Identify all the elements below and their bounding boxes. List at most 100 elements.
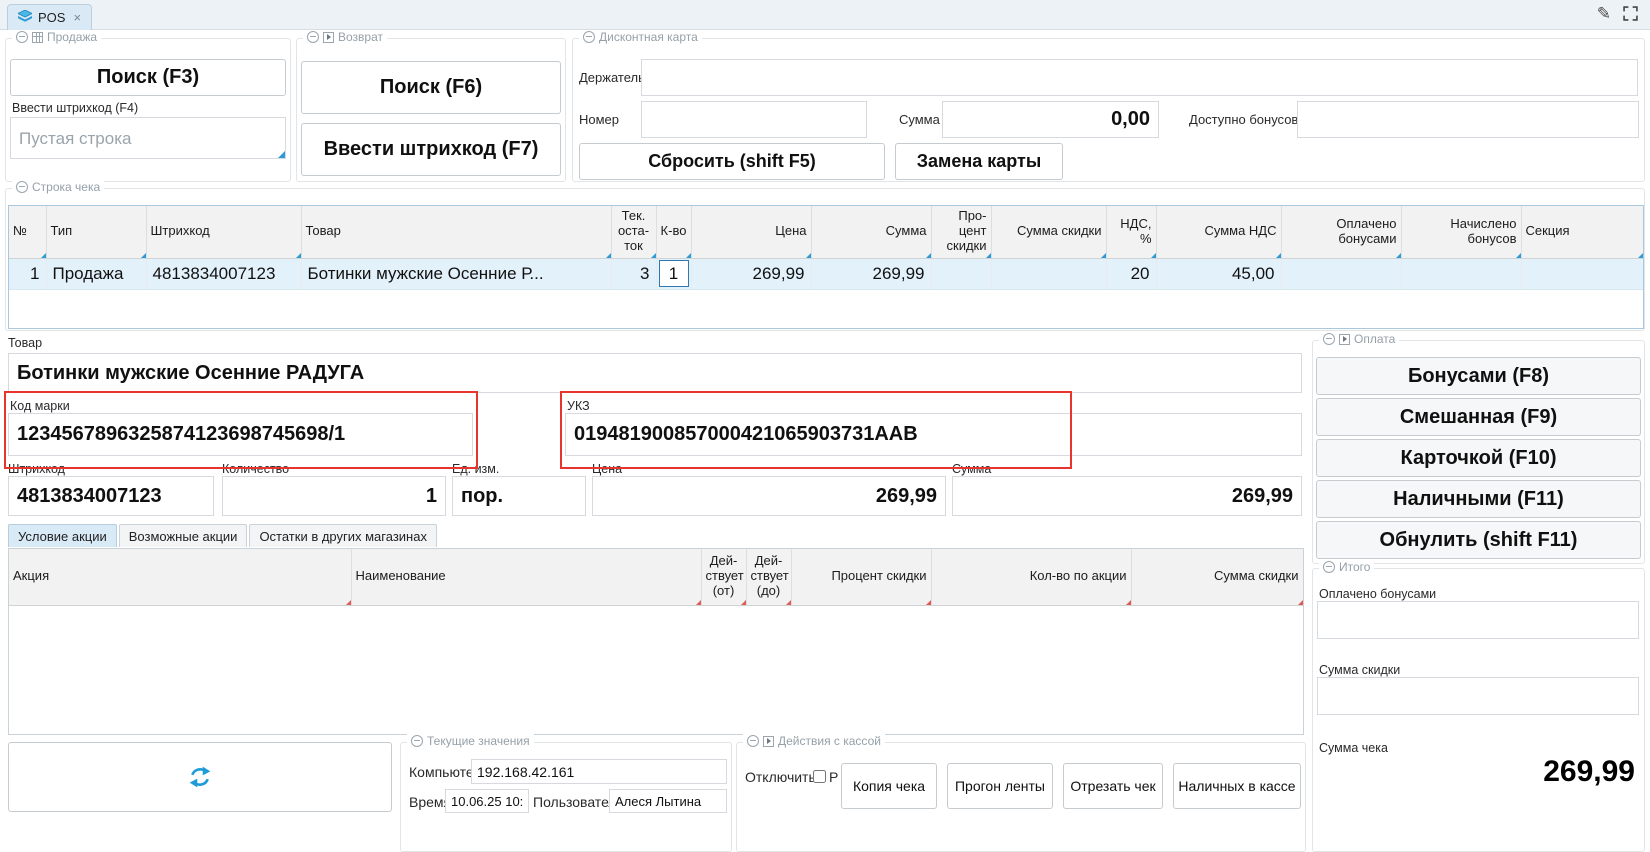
receipt-row[interactable]: 1 Продажа 4813834007123 Ботинки мужские … — [9, 258, 1643, 289]
tab-promo-other-stores[interactable]: Остатки в других магазинах — [249, 524, 437, 547]
holder-input[interactable] — [641, 59, 1638, 96]
return-search-button[interactable]: Поиск (F6) — [301, 61, 561, 114]
product-unit-input[interactable] — [452, 476, 586, 516]
sale-panel-title: Продажа — [47, 30, 97, 44]
tab-promo-possible[interactable]: Возможные акции — [119, 524, 248, 547]
cell-discount-sum — [991, 258, 1106, 289]
column-header-barcode[interactable]: Штрихкод — [146, 206, 301, 258]
feed-paper-button[interactable]: Прогон ленты — [947, 763, 1053, 809]
column-header-section[interactable]: Секция — [1521, 206, 1643, 258]
card-bonus-input[interactable] — [1297, 101, 1639, 138]
receipt-total-value: 269,99 — [1317, 755, 1635, 789]
payment-panel-header: Оплата — [1319, 332, 1399, 346]
column-header-product[interactable]: Товар — [301, 206, 611, 258]
column-header-valid-from[interactable]: Дей-ствует (от) — [701, 549, 746, 605]
cash-actions-panel: Действия с кассой Отключить Р Копия чека… — [736, 742, 1306, 852]
promo-tabstrip: Условие акции Возможные акции Остатки в … — [8, 524, 437, 547]
tab-promo-conditions[interactable]: Условие акции — [8, 524, 117, 547]
product-price-input[interactable] — [592, 476, 946, 516]
discount-card-panel: Дисконтная карта Держатель Номер Сумма Д… — [572, 38, 1645, 182]
cut-receipt-button[interactable]: Отрезать чек — [1063, 763, 1163, 809]
holder-label: Держатель — [579, 70, 645, 85]
disconnect-label-suffix: Р — [829, 769, 838, 785]
sort-icon — [1151, 253, 1156, 258]
sale-barcode-label: Ввести штрихкод (F4) — [12, 101, 138, 115]
computer-input[interactable] — [471, 759, 727, 784]
product-barcode-input[interactable] — [8, 476, 214, 516]
paid-bonus-input[interactable] — [1317, 601, 1639, 639]
sale-search-button[interactable]: Поиск (F3) — [10, 59, 286, 96]
sort-icon — [1276, 253, 1281, 258]
pay-card-button[interactable]: Карточкой (F10) — [1316, 439, 1641, 477]
product-qty-input[interactable] — [222, 476, 446, 516]
mark-code-label: Код марки — [10, 399, 70, 413]
column-header-discount-percent[interactable]: Процент скидки — [791, 549, 931, 605]
collapse-icon[interactable] — [411, 735, 423, 747]
receipt-copy-button[interactable]: Копия чека — [841, 763, 937, 809]
collapse-icon[interactable] — [747, 735, 759, 747]
column-header-vat[interactable]: НДС, % — [1106, 206, 1156, 258]
cell-barcode: 4813834007123 — [146, 258, 301, 289]
column-header-vat-sum[interactable]: Сумма НДС — [1156, 206, 1281, 258]
ukz-input[interactable] — [565, 413, 1302, 456]
collapse-icon[interactable] — [583, 31, 595, 43]
user-input[interactable] — [609, 789, 727, 813]
column-header-stock[interactable]: Тек. оста-ток — [611, 206, 656, 258]
product-name-input[interactable] — [8, 353, 1302, 393]
edit-icon[interactable]: ✎ — [1597, 5, 1611, 22]
mark-code-input[interactable] — [8, 413, 473, 456]
column-header-valid-to[interactable]: Дей-ствует (до) — [746, 549, 791, 605]
card-number-input[interactable] — [641, 101, 867, 138]
column-header-accrued-bonus[interactable]: Начислено бонусов — [1401, 206, 1521, 258]
collapse-icon[interactable] — [307, 31, 319, 43]
cell-qty[interactable]: 1 — [656, 258, 691, 289]
column-header-num[interactable]: № — [9, 206, 46, 258]
pay-bonus-button[interactable]: Бонусами (F8) — [1316, 357, 1641, 395]
time-input[interactable] — [445, 789, 529, 813]
reset-card-button[interactable]: Сбросить (shift F5) — [579, 143, 885, 180]
sale-barcode-input[interactable] — [10, 117, 286, 159]
column-header-type[interactable]: Тип — [46, 206, 146, 258]
sort-icon — [786, 600, 791, 605]
qty-edit-cell[interactable]: 1 — [659, 260, 689, 287]
column-header-name[interactable]: Наименование — [351, 549, 701, 605]
sort-icon — [806, 253, 811, 258]
tab-pos[interactable]: POS × — [7, 4, 92, 30]
fullscreen-icon[interactable] — [1623, 6, 1638, 21]
column-header-promo[interactable]: Акция — [9, 549, 351, 605]
collapse-icon[interactable] — [16, 31, 28, 43]
replace-card-button[interactable]: Замена карты — [895, 143, 1063, 180]
column-header-qty[interactable]: К-во — [656, 206, 691, 258]
column-header-sum[interactable]: Сумма — [811, 206, 931, 258]
disconnect-checkbox[interactable] — [813, 770, 826, 783]
return-barcode-button[interactable]: Ввести штрихкод (F7) — [301, 123, 561, 176]
cell-sum: 269,99 — [811, 258, 931, 289]
collapse-icon[interactable] — [16, 181, 28, 193]
cell-type: Продажа — [46, 258, 146, 289]
product-sum-input[interactable] — [952, 476, 1302, 516]
product-price-label: Цена — [592, 462, 622, 476]
column-header-price[interactable]: Цена — [691, 206, 811, 258]
sort-icon — [1101, 253, 1106, 258]
receipt-total-label: Сумма чека — [1319, 741, 1388, 755]
pay-mixed-button[interactable]: Смешанная (F9) — [1316, 398, 1641, 436]
pay-reset-button[interactable]: Обнулить (shift F11) — [1316, 521, 1641, 559]
sale-panel-header: Продажа — [12, 30, 101, 44]
total-discount-input[interactable] — [1317, 677, 1639, 715]
sort-icon — [686, 253, 691, 258]
collapse-icon[interactable] — [1323, 561, 1335, 573]
column-header-paid-bonus[interactable]: Оплачено бонусами — [1281, 206, 1401, 258]
tab-close-icon[interactable]: × — [73, 10, 81, 25]
column-header-discount-percent[interactable]: Про-цент скидки — [931, 206, 991, 258]
pay-cash-button[interactable]: Наличными (F11) — [1316, 480, 1641, 518]
collapse-icon[interactable] — [1323, 333, 1335, 345]
card-sum-input[interactable] — [942, 101, 1159, 138]
refresh-button[interactable] — [8, 742, 392, 812]
column-header-promo-qty[interactable]: Кол-во по акции — [931, 549, 1131, 605]
column-header-discount-sum[interactable]: Сумма скидки — [1131, 549, 1303, 605]
cell-price: 269,99 — [691, 258, 811, 289]
ukz-label: УКЗ — [567, 399, 590, 413]
cash-in-drawer-button[interactable]: Наличных в кассе — [1173, 763, 1301, 809]
column-header-discount-sum[interactable]: Сумма скидки — [991, 206, 1106, 258]
product-barcode-label: Штрихкод — [8, 462, 65, 476]
